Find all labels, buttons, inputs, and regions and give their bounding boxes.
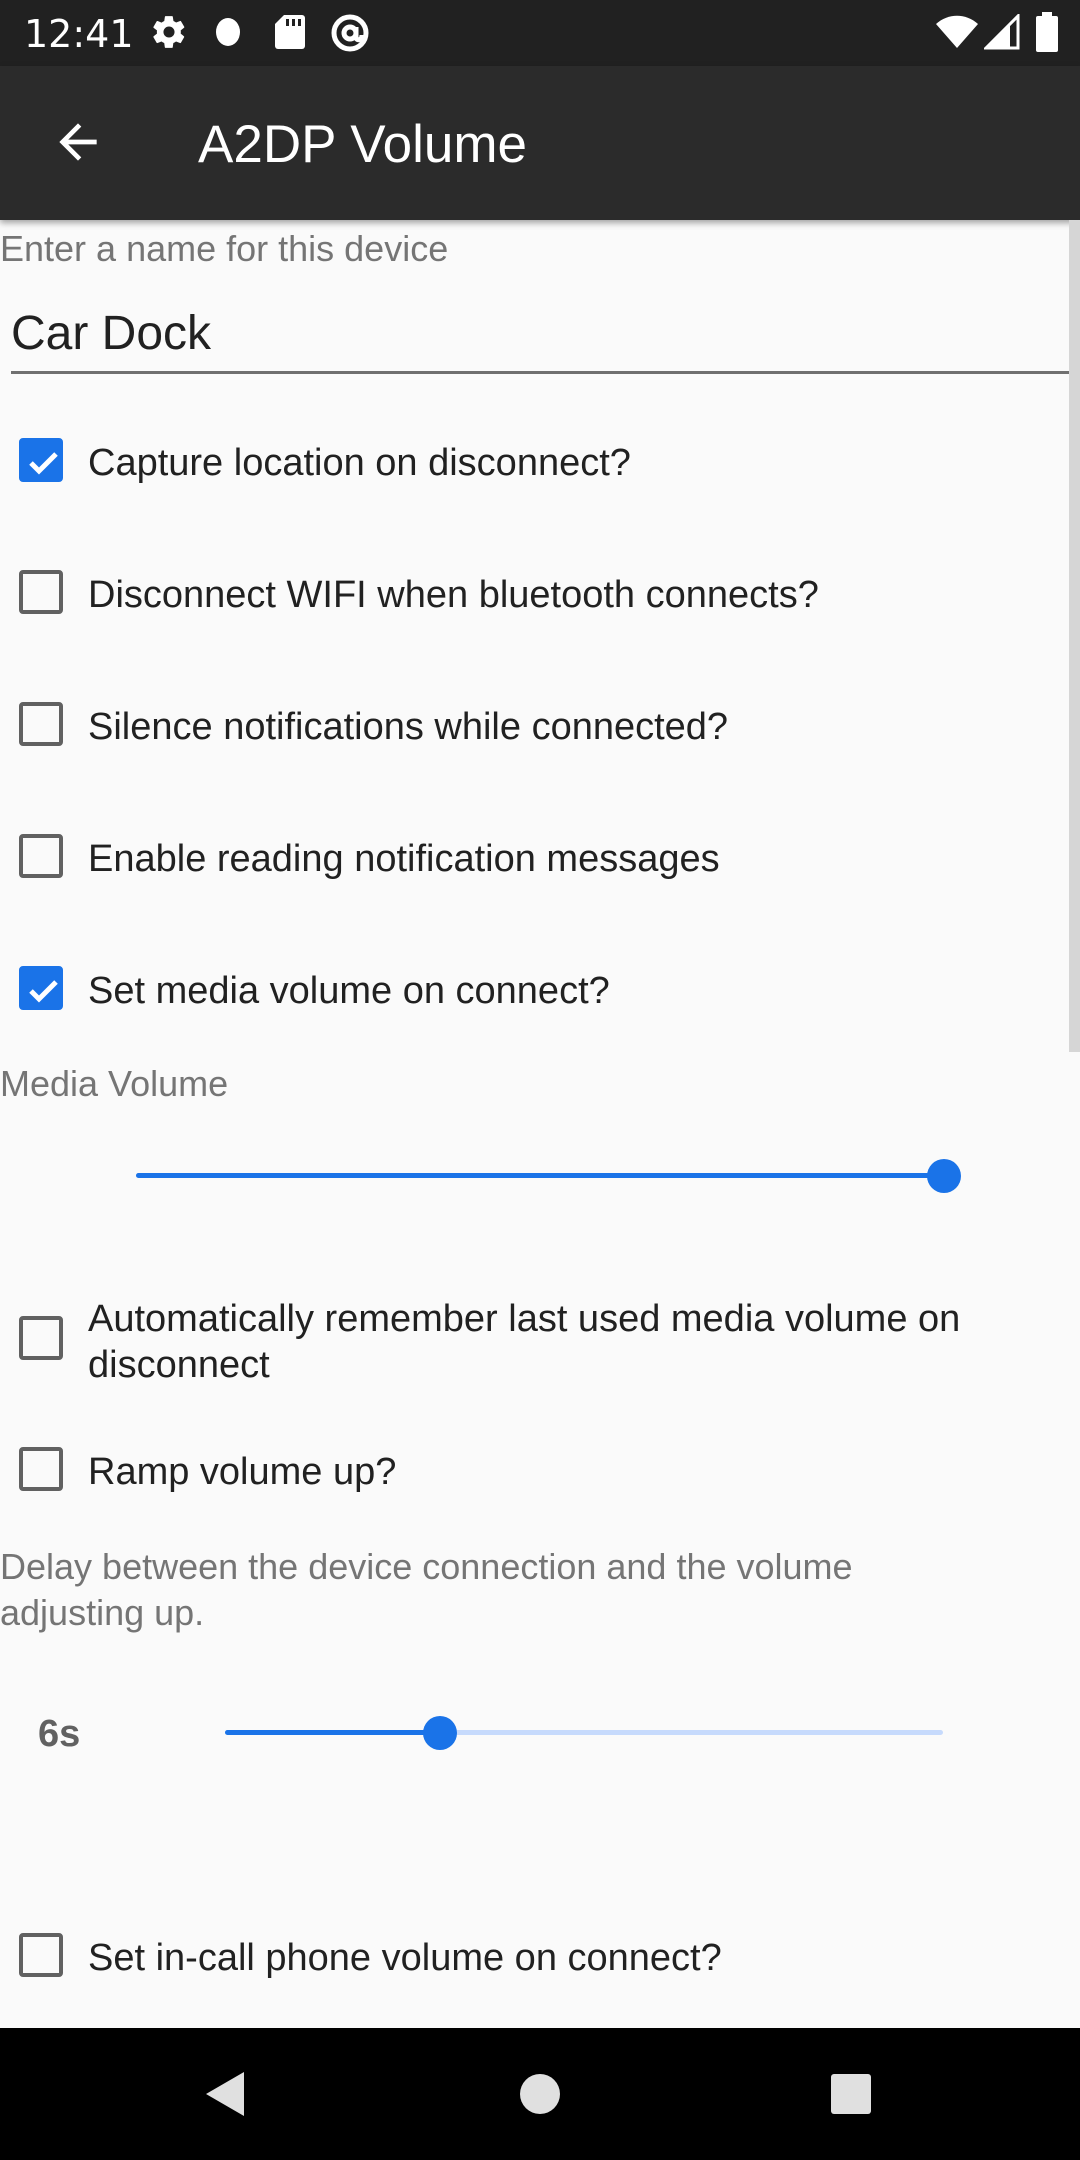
page-title: A2DP Volume	[198, 115, 527, 174]
ramp-delay-track-fill	[225, 1730, 441, 1735]
disconnect-wifi-label: Disconnect WIFI when bluetooth connects?	[88, 574, 819, 616]
home-circle-icon[interactable]	[518, 2072, 562, 2121]
silence-notifications-checkbox[interactable]	[19, 702, 63, 746]
option-set-media-volume[interactable]: Set media volume on connect?	[0, 966, 1060, 1016]
device-name-underline	[11, 371, 1069, 374]
disconnect-wifi-checkbox[interactable]	[19, 570, 63, 614]
remember-volume-checkbox[interactable]	[19, 1316, 63, 1360]
media-volume-track-fill	[136, 1173, 944, 1178]
ramp-delay-thumb[interactable]	[423, 1716, 458, 1750]
back-triangle-icon[interactable]	[202, 2070, 246, 2123]
media-volume-thumb[interactable]	[927, 1159, 961, 1193]
settings-gear-icon	[150, 13, 188, 55]
circle-icon	[213, 16, 243, 52]
option-silence-notifications[interactable]: Silence notifications while connected?	[0, 702, 1060, 752]
device-name-label: Enter a name for this device	[0, 228, 449, 269]
ramp-delay-value: 6s	[38, 1713, 81, 1755]
status-bar: 12:41	[0, 0, 1080, 66]
read-notifications-checkbox[interactable]	[19, 834, 63, 878]
capture-location-label: Capture location on disconnect?	[88, 442, 631, 484]
check-icon	[29, 980, 58, 1003]
set-media-volume-checkbox[interactable]	[19, 966, 63, 1010]
option-remember-volume[interactable]: Automatically remember last used media v…	[0, 1296, 1060, 1388]
option-capture-location[interactable]: Capture location on disconnect?	[0, 438, 1060, 488]
option-in-call-volume[interactable]: Set in-call phone volume on connect?	[0, 1933, 1060, 1983]
read-notifications-label: Enable reading notification messages	[88, 838, 720, 880]
sd-card-icon	[274, 13, 306, 55]
option-ramp-volume[interactable]: Ramp volume up?	[0, 1447, 1060, 1497]
arrow-back-icon[interactable]	[50, 114, 106, 170]
at-sign-icon	[330, 13, 370, 57]
in-call-volume-label: Set in-call phone volume on connect?	[88, 1937, 722, 1979]
ramp-volume-checkbox[interactable]	[19, 1447, 63, 1491]
remember-volume-label: Automatically remember last used media v…	[88, 1298, 961, 1386]
in-call-volume-checkbox[interactable]	[19, 1933, 63, 1977]
option-disconnect-wifi[interactable]: Disconnect WIFI when bluetooth connects?	[0, 570, 1060, 620]
status-time: 12:41	[24, 12, 134, 56]
wifi-icon	[936, 15, 978, 53]
navigation-bar	[0, 2028, 1080, 2160]
media-volume-label: Media Volume	[0, 1063, 229, 1104]
media-volume-slider[interactable]	[136, 1159, 961, 1193]
device-name-input[interactable]: Car Dock	[11, 306, 211, 361]
cell-signal-icon	[982, 12, 1020, 54]
set-media-volume-label: Set media volume on connect?	[88, 970, 610, 1012]
battery-icon	[1036, 12, 1058, 56]
recents-square-icon[interactable]	[830, 2073, 872, 2120]
ramp-delay-label: Delay between the device connection and …	[0, 1546, 853, 1633]
capture-location-checkbox[interactable]	[19, 438, 63, 482]
ramp-delay-slider[interactable]	[225, 1716, 943, 1750]
scrollbar[interactable]	[1069, 220, 1080, 1052]
app-bar: A2DP Volume	[0, 66, 1080, 220]
silence-notifications-label: Silence notifications while connected?	[88, 706, 729, 748]
option-read-notifications[interactable]: Enable reading notification messages	[0, 834, 1060, 884]
check-icon	[29, 452, 58, 475]
ramp-volume-label: Ramp volume up?	[88, 1451, 397, 1493]
